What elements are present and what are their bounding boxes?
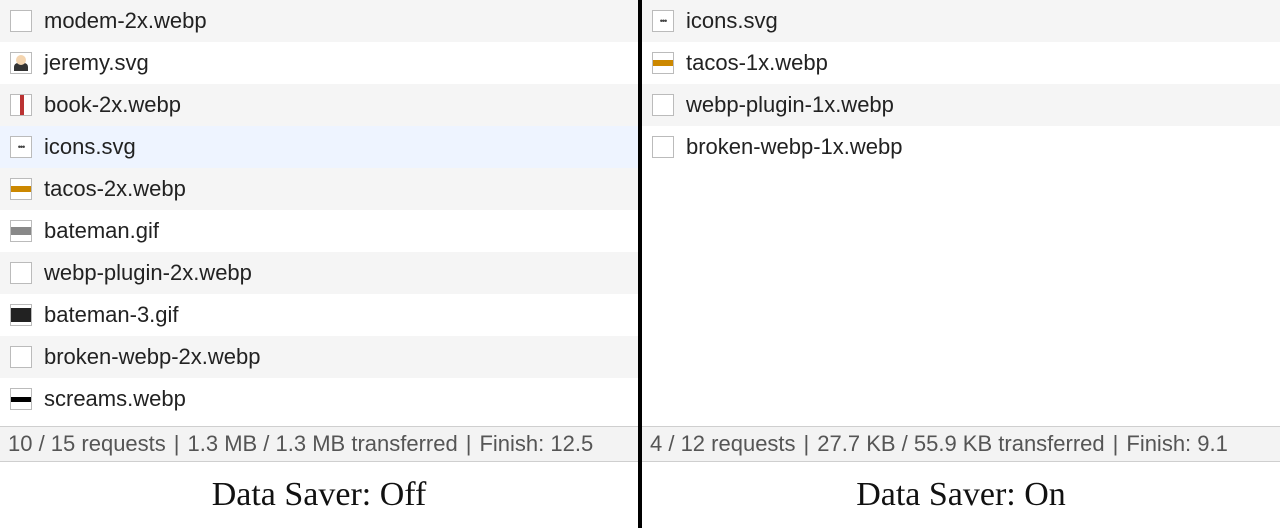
panel-data-saver-on: ••• icons.svg tacos-1x.webp webp-plugin-1x.… bbox=[642, 0, 1280, 528]
file-icon bbox=[10, 304, 32, 326]
separator: | bbox=[1113, 431, 1119, 457]
file-icon bbox=[652, 136, 674, 158]
file-list-left: modem-2x.webp jeremy.svg book-2x.webp ••• ic… bbox=[0, 0, 638, 426]
file-icon bbox=[10, 94, 32, 116]
file-icon bbox=[10, 178, 32, 200]
table-row[interactable]: bateman-3.gif bbox=[0, 294, 638, 336]
file-list-right: ••• icons.svg tacos-1x.webp webp-plugin-1x.… bbox=[642, 0, 1280, 426]
status-finish: Finish: 12.5 bbox=[479, 431, 593, 457]
table-row[interactable]: book-2x.webp bbox=[0, 84, 638, 126]
status-bar-right: 4 / 12 requests | 27.7 KB / 55.9 KB tran… bbox=[642, 426, 1280, 462]
file-icon bbox=[10, 10, 32, 32]
table-row[interactable]: screams.webp bbox=[0, 378, 638, 420]
file-icon: ••• bbox=[10, 136, 32, 158]
status-transferred: 1.3 MB / 1.3 MB transferred bbox=[188, 431, 458, 457]
file-name: screams.webp bbox=[44, 386, 186, 412]
table-row[interactable]: tacos-2x.webp bbox=[0, 168, 638, 210]
table-row[interactable]: tacos-1x.webp bbox=[642, 42, 1280, 84]
table-row[interactable]: webp-plugin-1x.webp bbox=[642, 84, 1280, 126]
file-name: webp-plugin-1x.webp bbox=[686, 92, 894, 118]
panel-data-saver-off: modem-2x.webp jeremy.svg book-2x.webp ••• ic… bbox=[0, 0, 642, 528]
file-name: modem-2x.webp bbox=[44, 8, 207, 34]
status-requests: 4 / 12 requests bbox=[650, 431, 796, 457]
file-name: webp-plugin-2x.webp bbox=[44, 260, 252, 286]
table-row[interactable]: jeremy.svg bbox=[0, 42, 638, 84]
table-row[interactable]: broken-webp-1x.webp bbox=[642, 126, 1280, 168]
file-name: icons.svg bbox=[44, 134, 136, 160]
table-row[interactable]: modem-2x.webp bbox=[0, 0, 638, 42]
table-row[interactable]: ••• icons.svg bbox=[0, 126, 638, 168]
caption-left: Data Saver: Off bbox=[0, 462, 638, 528]
file-name: bateman-3.gif bbox=[44, 302, 179, 328]
file-icon bbox=[10, 262, 32, 284]
file-name: tacos-2x.webp bbox=[44, 176, 186, 202]
status-transferred: 27.7 KB / 55.9 KB transferred bbox=[817, 431, 1104, 457]
table-row[interactable]: ••• icons.svg bbox=[642, 0, 1280, 42]
caption-right: Data Saver: On bbox=[642, 462, 1280, 528]
file-name: bateman.gif bbox=[44, 218, 159, 244]
separator: | bbox=[174, 431, 180, 457]
file-name: tacos-1x.webp bbox=[686, 50, 828, 76]
file-name: jeremy.svg bbox=[44, 50, 149, 76]
file-icon: ••• bbox=[652, 10, 674, 32]
table-row[interactable]: webp-plugin-2x.webp bbox=[0, 252, 638, 294]
file-icon bbox=[10, 52, 32, 74]
file-name: broken-webp-2x.webp bbox=[44, 344, 260, 370]
file-name: book-2x.webp bbox=[44, 92, 181, 118]
file-icon bbox=[10, 346, 32, 368]
file-icon bbox=[652, 94, 674, 116]
file-icon bbox=[10, 388, 32, 410]
file-icon bbox=[10, 220, 32, 242]
status-finish: Finish: 9.1 bbox=[1126, 431, 1228, 457]
status-requests: 10 / 15 requests bbox=[8, 431, 166, 457]
table-row[interactable]: bateman.gif bbox=[0, 210, 638, 252]
file-name: icons.svg bbox=[686, 8, 778, 34]
table-row[interactable]: broken-webp-2x.webp bbox=[0, 336, 638, 378]
separator: | bbox=[466, 431, 472, 457]
file-name: broken-webp-1x.webp bbox=[686, 134, 902, 160]
status-bar-left: 10 / 15 requests | 1.3 MB / 1.3 MB trans… bbox=[0, 426, 638, 462]
separator: | bbox=[804, 431, 810, 457]
file-icon bbox=[652, 52, 674, 74]
